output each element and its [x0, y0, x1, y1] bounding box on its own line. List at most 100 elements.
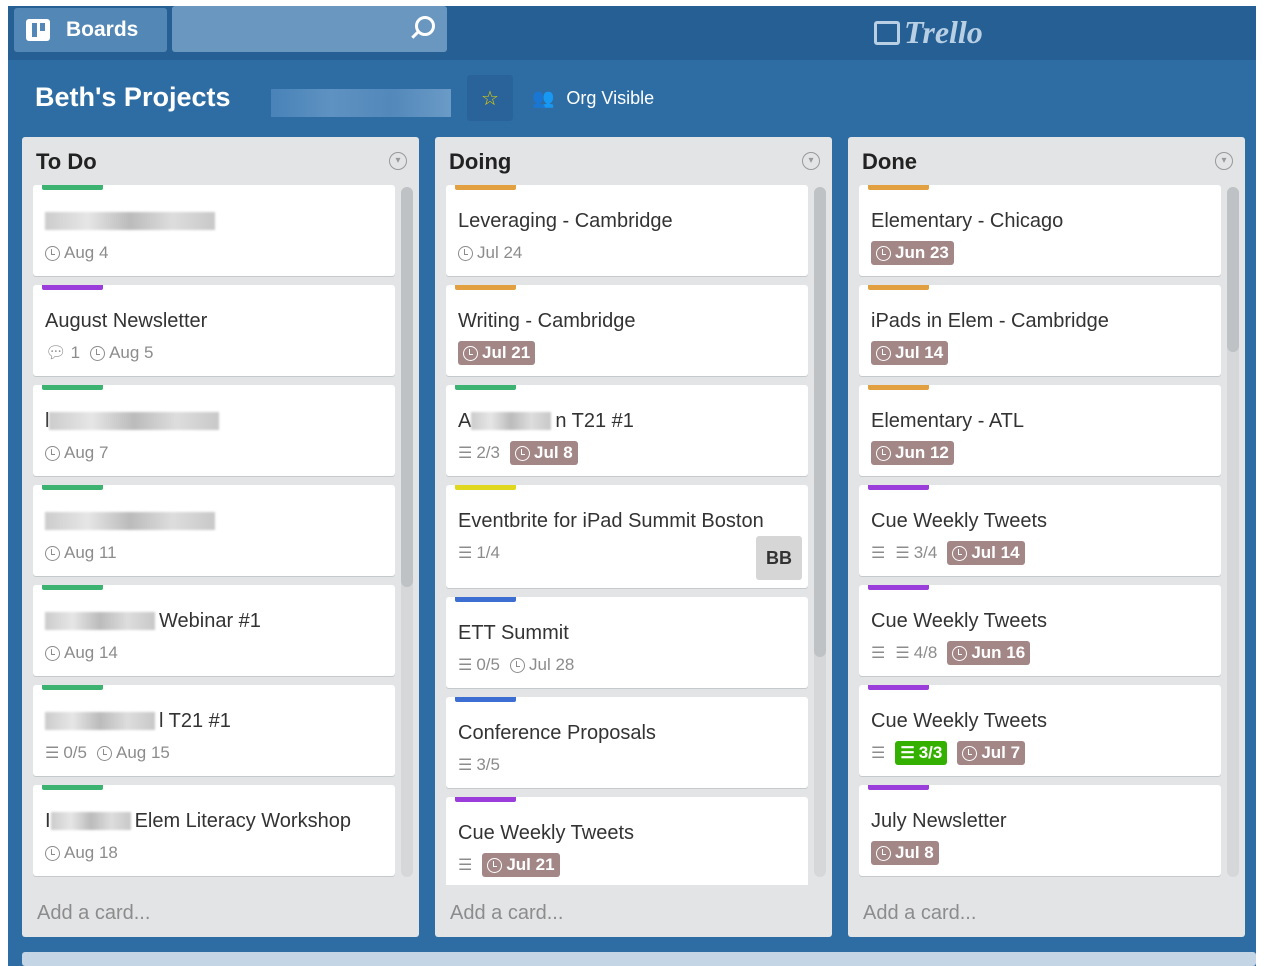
due-date: Aug 15	[115, 743, 170, 762]
card[interactable]: l T21 #1 ☰ 0/5 Aug 15	[33, 685, 395, 776]
list-scrollbar[interactable]	[1227, 187, 1239, 877]
list-title[interactable]: Done	[862, 149, 917, 175]
card-badges: ☰ Jul 21	[458, 852, 796, 878]
card-title-start: A	[458, 409, 472, 432]
card[interactable]: l Aug 7	[33, 385, 395, 476]
redacted-organization	[271, 89, 451, 117]
card-badges: Jun 12	[871, 440, 1209, 466]
card-title-text: Elem Literacy Workshop	[134, 809, 351, 832]
card[interactable]: Cue Weekly Tweets ☰ Jul 21	[446, 797, 808, 885]
card[interactable]: Conference Proposals ☰ 3/5	[446, 697, 808, 788]
due-date: Aug 18	[64, 843, 118, 862]
card[interactable]: ETT Summit ☰ 0/5 Jul 28	[446, 597, 808, 688]
add-card-button[interactable]: Add a card...	[37, 902, 150, 925]
trello-logo[interactable]: Trello	[874, 14, 983, 51]
boards-button[interactable]: Boards	[14, 8, 167, 52]
scrollbar-thumb[interactable]	[401, 187, 413, 587]
card-label	[868, 685, 929, 690]
card[interactable]: Elementary - ATL Jun 12	[859, 385, 1221, 476]
card[interactable]: An T21 #1 ☰ 2/3 Jul 8	[446, 385, 808, 476]
checklist-badge: ☰ 1/4	[458, 543, 500, 563]
card[interactable]: Elementary - Chicago Jun 23	[859, 185, 1221, 276]
checklist-icon: ☰	[895, 645, 910, 662]
card[interactable]: July Newsletter Jul 8	[859, 785, 1221, 876]
scrollbar-thumb[interactable]	[814, 187, 826, 657]
card-label	[42, 685, 103, 690]
card[interactable]: August Newsletter 💬︎ 1 Aug 5	[33, 285, 395, 376]
card-badges: Aug 14	[45, 640, 383, 666]
visibility-button[interactable]: 👥 Org Visible	[532, 88, 654, 109]
checklist-badge: ☰ 0/5	[458, 655, 500, 675]
list-menu-icon[interactable]: ▾	[389, 152, 407, 170]
card-title-text: Cue Weekly Tweets	[871, 509, 1048, 532]
card[interactable]: Writing - Cambridge Jul 21	[446, 285, 808, 376]
card-title-text: n T21 #1	[555, 409, 634, 432]
card-label	[455, 285, 516, 290]
checklist-icon: ☰	[458, 657, 473, 674]
list-scrollbar[interactable]	[814, 187, 826, 877]
due-date: Aug 4	[64, 243, 109, 262]
card[interactable]: Aug 11	[33, 485, 395, 576]
card-title: Eventbrite for iPad Summit Boston	[458, 506, 796, 536]
due-date: Jul 24	[477, 243, 523, 262]
list-to-do: To Do ▾ Aug 4 August Newsletter 💬︎ 1 Aug 5 l Aug…	[22, 137, 419, 937]
search-input[interactable]	[172, 6, 447, 52]
horizontal-scrollbar[interactable]	[22, 952, 1256, 966]
card[interactable]: Eventbrite for iPad Summit Boston ☰ 1/4 BB	[446, 485, 808, 588]
card[interactable]: Leveraging - Cambridge Jul 24	[446, 185, 808, 276]
clock-icon	[96, 745, 112, 761]
list-title[interactable]: Doing	[449, 149, 511, 175]
clock-icon	[952, 645, 968, 661]
description-icon: ☰	[871, 645, 886, 662]
list-title[interactable]: To Do	[36, 149, 97, 175]
add-card-button[interactable]: Add a card...	[863, 902, 976, 925]
star-icon: ☆	[481, 87, 499, 110]
card[interactable]: Cue Weekly Tweets ☰ ☰ 3/4 Jul 14	[859, 485, 1221, 576]
due-date-badge: Jun 16	[947, 641, 1031, 665]
card-list: Aug 4 August Newsletter 💬︎ 1 Aug 5 l Aug 7 Aug …	[33, 185, 395, 885]
card-badges: 💬︎ 1 Aug 5	[45, 340, 383, 366]
due-date: Aug 5	[109, 343, 154, 362]
card-title: Conference Proposals	[458, 718, 796, 748]
due-date-badge: Aug 18	[45, 843, 118, 863]
list-menu-icon[interactable]: ▾	[1215, 152, 1233, 170]
card-title-text: Eventbrite for iPad Summit Boston	[458, 509, 764, 532]
card[interactable]: Webinar #1 Aug 14	[33, 585, 395, 676]
card-title	[45, 506, 383, 536]
card-list: Elementary - Chicago Jun 23 iPads in Elem …	[859, 185, 1221, 885]
list-scrollbar[interactable]	[401, 187, 413, 877]
member-avatar[interactable]: BB	[756, 536, 802, 580]
card-label	[455, 697, 516, 702]
card-badges: ☰ 0/5 Aug 15	[45, 740, 383, 766]
card[interactable]: Aug 4	[33, 185, 395, 276]
clock-icon	[876, 845, 891, 861]
checklist-count: 4/8	[913, 643, 938, 662]
list-menu-icon[interactable]: ▾	[802, 152, 820, 170]
card-title-text: July Newsletter	[871, 809, 1007, 832]
checklist-icon: ☰	[458, 545, 473, 562]
card-label	[868, 385, 929, 390]
card[interactable]: iPads in Elem - Cambridge Jul 14	[859, 285, 1221, 376]
checklist-badge: ☰ 2/3	[458, 443, 500, 463]
card-label	[455, 797, 516, 802]
card-title: Cue Weekly Tweets	[871, 506, 1209, 536]
card[interactable]: Cue Weekly Tweets ☰ ☰ 3/3 Jul 7	[859, 685, 1221, 776]
checklist-icon: ☰	[45, 745, 60, 762]
redacted-text	[45, 612, 155, 630]
card-badges: ☰ ☰ 3/4 Jul 14	[871, 540, 1209, 566]
card[interactable]: I Elem Literacy Workshop Aug 18	[33, 785, 395, 876]
comment-count: 1	[70, 343, 81, 362]
card-title-text: Webinar #1	[159, 609, 261, 632]
board-title[interactable]: Beth's Projects	[35, 82, 231, 113]
add-card-button[interactable]: Add a card...	[450, 902, 563, 925]
due-date: Aug 14	[64, 643, 118, 662]
clock-icon	[876, 445, 891, 461]
card[interactable]: Cue Weekly Tweets ☰ ☰ 4/8 Jun 16	[859, 585, 1221, 676]
card-label	[42, 585, 103, 590]
clock-icon	[45, 245, 60, 261]
search-icon[interactable]	[415, 16, 435, 36]
star-button[interactable]: ☆	[467, 75, 513, 121]
card-title-text: l T21 #1	[159, 709, 231, 732]
due-date: Jul 8	[533, 443, 573, 462]
scrollbar-thumb[interactable]	[1227, 187, 1239, 352]
